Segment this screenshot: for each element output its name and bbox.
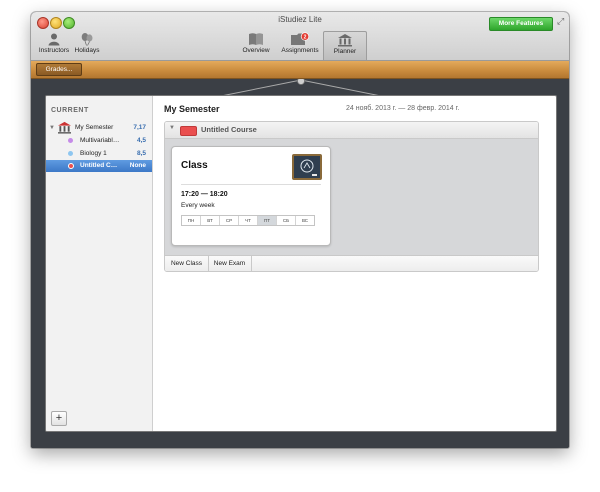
class-title: Class: [181, 160, 208, 171]
day-thu[interactable]: ЧТ: [239, 216, 258, 225]
folder-icon: 2: [291, 32, 310, 45]
course-color-swatch[interactable]: [180, 126, 197, 136]
toolbar-assignments[interactable]: 2 Assignments: [278, 32, 322, 54]
book-icon: [249, 33, 263, 45]
new-class-button[interactable]: New Class: [165, 256, 209, 271]
class-time: 17:20 — 18:20: [181, 191, 228, 198]
more-features-button[interactable]: More Features: [489, 17, 553, 31]
assignments-label: Assignments: [281, 47, 319, 54]
grades-button[interactable]: Grades...: [36, 63, 82, 76]
course-name: Untitled C…: [80, 162, 118, 169]
course-panel: ▼ Untitled Course Class 17:20 — 18:20 Ev…: [164, 121, 539, 272]
course-color-dot: [68, 163, 74, 169]
course-score: None: [129, 162, 146, 169]
class-card-divider: [181, 184, 321, 185]
chalkboard-icon: [292, 154, 322, 180]
toolbar-overview[interactable]: Overview: [239, 32, 273, 54]
course-footer: New Class New Exam: [165, 255, 538, 271]
class-card[interactable]: Class 17:20 — 18:20 Every week ПН ВТ СР …: [171, 146, 331, 246]
toolbar-planner[interactable]: Planner: [323, 31, 367, 60]
planner-main: My Semester 24 нояб. 2013 г. — 28 февр. …: [164, 96, 552, 431]
sidebar-item-course[interactable]: Multivariabl… 4,5: [46, 135, 152, 147]
collapse-triangle-icon[interactable]: ▼: [169, 125, 175, 131]
fullscreen-icon[interactable]: ⤢: [557, 17, 566, 26]
semester-building-icon: [58, 121, 71, 134]
course-title: Untitled Course: [201, 125, 257, 134]
day-tue[interactable]: ВТ: [201, 216, 220, 225]
building-icon: [338, 34, 352, 47]
chalkboard-frame: CURRENT ▼ My Semester 7,17 Multivariabl……: [31, 79, 569, 448]
day-sun[interactable]: ВС: [296, 216, 314, 225]
course-name: Biology 1: [80, 150, 107, 157]
assignments-badge: 2: [304, 34, 307, 40]
semester-sidebar: CURRENT ▼ My Semester 7,17 Multivariabl……: [46, 96, 153, 431]
course-name: Multivariabl…: [80, 137, 120, 144]
class-area: Class 17:20 — 18:20 Every week ПН ВТ СР …: [165, 139, 538, 255]
new-exam-button[interactable]: New Exam: [208, 256, 252, 271]
sidebar-item-semester[interactable]: ▼ My Semester 7,17: [46, 121, 152, 134]
wood-shelf: Grades...: [31, 61, 569, 79]
course-header[interactable]: ▼ Untitled Course: [165, 122, 538, 139]
semester-title: My Semester: [164, 104, 220, 114]
course-score: 8,5: [136, 150, 146, 157]
day-sat[interactable]: СБ: [277, 216, 296, 225]
semester-name: My Semester: [75, 124, 114, 131]
disclosure-triangle-icon[interactable]: ▼: [49, 122, 55, 134]
planner-label: Planner: [333, 48, 357, 55]
course-color-dot: [68, 151, 73, 156]
sidebar-item-course[interactable]: Biology 1 8,5: [46, 148, 152, 160]
instructors-label: Instructors: [38, 47, 70, 54]
day-mon[interactable]: ПН: [182, 216, 201, 225]
app-window: iStudiez Lite More Features ⤢ Instructor…: [31, 12, 569, 448]
balloons-icon: [81, 33, 93, 46]
semester-score: 7,17: [133, 124, 146, 131]
sidebar-heading: CURRENT: [51, 107, 89, 114]
day-fri[interactable]: ПТ: [258, 216, 277, 225]
person-icon: [48, 33, 60, 46]
course-color-dot: [68, 138, 73, 143]
day-wed[interactable]: СР: [220, 216, 239, 225]
sidebar-item-course-selected[interactable]: Untitled C… None: [46, 160, 152, 172]
nail-icon: [297, 79, 305, 85]
holidays-label: Holidays: [74, 47, 100, 54]
course-score: 4,5: [136, 137, 146, 144]
toolbar-instructors[interactable]: Instructors: [36, 32, 72, 54]
title-bar: iStudiez Lite More Features ⤢ Instructor…: [31, 12, 569, 61]
add-semester-button[interactable]: +: [51, 411, 67, 426]
semester-date-range: 24 нояб. 2013 г. — 28 февр. 2014 г.: [346, 105, 460, 112]
class-repeat: Every week: [181, 202, 215, 209]
content-board: CURRENT ▼ My Semester 7,17 Multivariabl……: [45, 95, 557, 432]
weekday-selector: ПН ВТ СР ЧТ ПТ СБ ВС: [181, 215, 315, 226]
overview-label: Overview: [242, 47, 270, 54]
toolbar-holidays[interactable]: Holidays: [73, 32, 101, 54]
